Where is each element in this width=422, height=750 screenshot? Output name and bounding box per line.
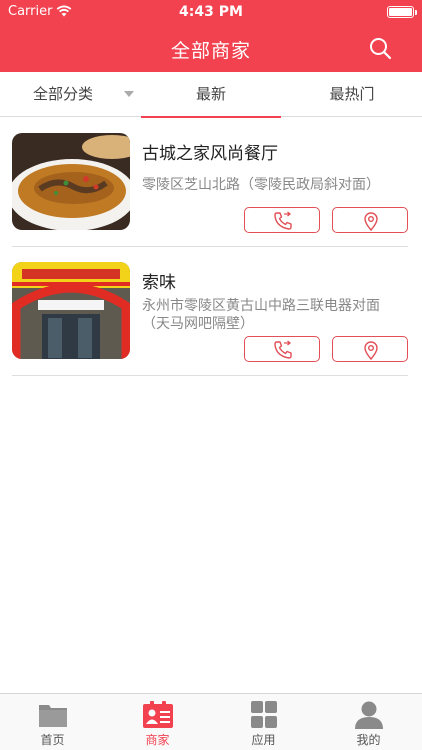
grid-icon xyxy=(251,701,277,728)
tab-hottest[interactable]: 最热门 xyxy=(282,72,422,117)
call-button[interactable] xyxy=(244,336,320,362)
location-pin-icon xyxy=(364,212,378,231)
phone-icon xyxy=(274,211,292,230)
tab-latest-label: 最新 xyxy=(195,85,226,103)
person-icon xyxy=(355,701,383,729)
location-pin-icon xyxy=(364,341,378,360)
tab-profile-label: 我的 xyxy=(356,733,381,747)
location-button[interactable] xyxy=(332,336,408,362)
tab-merchants-label: 商家 xyxy=(145,733,170,747)
merchant-address: 零陵区芝山北路（零陵民政局斜对面） xyxy=(142,177,380,193)
merchant-list-item[interactable]: 索味 永州市零陵区黄古山中路三联电器对面（天马网吧隔壁） xyxy=(12,246,408,376)
tab-profile[interactable]: 我的 xyxy=(316,694,421,750)
dish-photo xyxy=(12,133,130,230)
merchant-card-icon xyxy=(143,701,173,728)
tab-home-label: 首页 xyxy=(40,733,65,747)
app-header: Carrier 4:43 PM 全部商家 xyxy=(0,0,422,72)
chevron-down-icon xyxy=(124,91,134,97)
status-bar: Carrier 4:43 PM xyxy=(0,0,422,24)
bottom-tab-bar: 首页 商家 应用 我的 xyxy=(0,693,422,750)
tab-all-categories-label: 全部分类 xyxy=(32,85,93,103)
tab-hottest-label: 最热门 xyxy=(329,85,375,103)
merchant-list-item[interactable]: 古城之家风尚餐厅 零陵区芝山北路（零陵民政局斜对面） xyxy=(12,117,408,247)
tab-merchants[interactable]: 商家 xyxy=(105,694,210,750)
tab-apps[interactable]: 应用 xyxy=(211,694,316,750)
tab-home[interactable]: 首页 xyxy=(0,694,105,750)
page-title: 全部商家 xyxy=(170,40,251,62)
call-button[interactable] xyxy=(244,207,320,233)
tab-latest[interactable]: 最新 xyxy=(141,72,281,118)
merchant-address: 永州市零陵区黄古山中路三联电器对面（天马网吧隔壁） xyxy=(142,298,380,332)
status-time: 4:43 PM xyxy=(179,4,243,20)
tab-apps-label: 应用 xyxy=(251,733,276,747)
search-icon[interactable] xyxy=(368,36,394,62)
folder-icon xyxy=(39,705,67,727)
filter-tabs: 全部分类 最新 最热门 xyxy=(0,72,422,118)
tab-all-categories[interactable]: 全部分类 xyxy=(0,72,140,117)
location-button[interactable] xyxy=(332,207,408,233)
merchant-name: 古城之家风尚餐厅 xyxy=(142,144,278,164)
merchant-name: 索味 xyxy=(142,273,176,293)
storefront-photo xyxy=(12,262,130,359)
battery-icon xyxy=(387,6,417,18)
phone-icon xyxy=(274,340,292,359)
